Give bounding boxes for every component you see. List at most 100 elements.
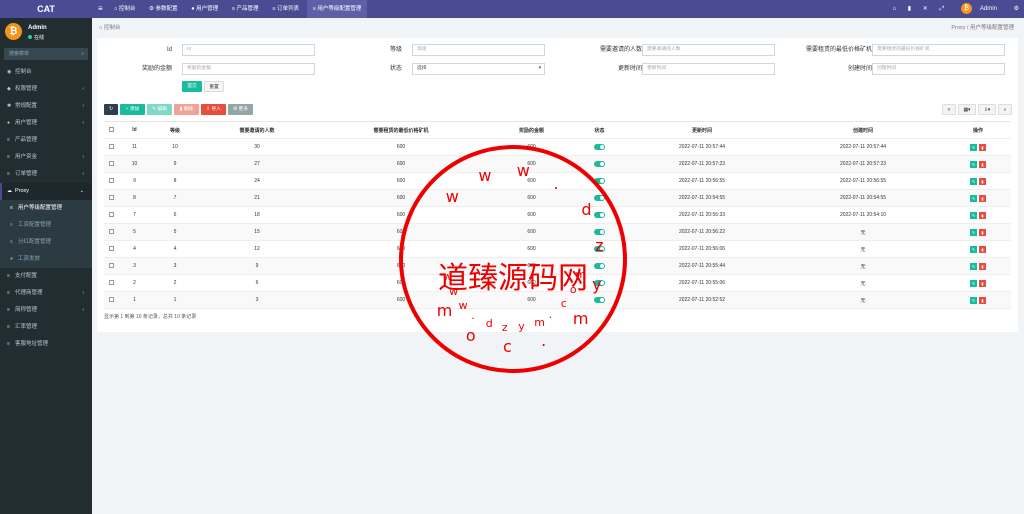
sidebar-item-orders[interactable]: ≡ 订单管理 ‹ (0, 166, 92, 183)
user-menu[interactable]: ₿ Admin (956, 0, 1002, 18)
filter-created-input[interactable]: 创建时间 (872, 63, 1005, 75)
sidebar-item-settings[interactable]: ✱ 常规配置 ‹ (0, 98, 92, 115)
menu-toggle-icon[interactable]: ≡ (98, 0, 103, 18)
search-icon[interactable]: ⌕ (81, 48, 84, 60)
more-button[interactable]: ⚙ 更多 (228, 104, 253, 115)
sidebar-item-dashboard[interactable]: ◉ 控制台 (0, 64, 92, 81)
tab-users[interactable]: ● 用户管理 (185, 0, 224, 18)
tab-orders[interactable]: ≡ 订单列表 (266, 0, 305, 18)
sidebar-item-dividend-config[interactable]: ≡ 分红配置管理 (0, 234, 92, 251)
trash-icon[interactable]: ▮ (979, 177, 986, 185)
table-row[interactable]: 7 6 18 600 600 2022-07-11 20:56:33 2022-07-11 … (104, 206, 1011, 224)
col-header-id[interactable]: Id (118, 121, 151, 139)
trash-icon[interactable]: ▮ (979, 228, 986, 236)
clear-icon[interactable]: ✕ (923, 0, 928, 18)
trash-icon[interactable]: ▮ (908, 0, 911, 18)
filter-invites-input[interactable]: 需要邀请的人数 (642, 44, 775, 56)
delete-button[interactable]: ▮ 删除 (174, 104, 199, 115)
sidebar-item-permissions[interactable]: ◆ 权限管理 ‹ (0, 81, 92, 98)
filter-min-price-input[interactable]: 需要租赁的最低价格矿机 (872, 44, 1005, 56)
trash-icon[interactable]: ▮ (979, 245, 986, 253)
edit-icon[interactable]: ✎ (970, 177, 977, 185)
trash-icon[interactable]: ▮ (979, 160, 986, 168)
submit-button[interactable]: 提交 (182, 81, 202, 92)
menu-search-input[interactable]: 搜索菜单 ⌕ (4, 48, 88, 60)
edit-icon[interactable]: ✎ (970, 211, 977, 219)
chevron-left-icon: ‹ (82, 120, 84, 126)
tab-params[interactable]: ⚙ 参数配置 (143, 0, 183, 18)
table-row[interactable]: 8 7 21 600 600 2022-07-11 20:54:55 2022-07-11 … (104, 189, 1011, 207)
edit-button[interactable]: ✎ 编辑 (147, 104, 172, 115)
breadcrumb-home[interactable]: 控制台 (104, 25, 121, 31)
col-header-invites[interactable]: 需要邀请的人数 (199, 121, 315, 139)
trash-icon[interactable]: ▮ (979, 211, 986, 219)
sidebar-item-wage-config[interactable]: ≡ 工资配置管理 (0, 217, 92, 234)
table-row[interactable]: 5 5 15 600 600 2022-07-11 20:56:22 无 ✎ ▮ (104, 223, 1011, 241)
export-button[interactable]: ⇩▾ (978, 104, 996, 115)
add-button[interactable]: + 添加 (120, 104, 145, 115)
sidebar-item-funds[interactable]: ≡ 用户资金 ‹ (0, 149, 92, 166)
sidebar-item-users[interactable]: ● 用户管理 ‹ (0, 115, 92, 132)
sidebar-item-support[interactable]: ≡ 客服地址管理 (0, 336, 92, 353)
edit-icon[interactable]: ✎ (970, 143, 977, 151)
sidebar-item-proxy[interactable]: ☁ Proxy ⌄ (0, 183, 92, 200)
search-toggle-button[interactable]: ⌕ (998, 104, 1012, 115)
sidebar: CAT ₿ Admin 在线 搜索菜单 ⌕ ◉ 控制台 ◆ 权限管理 ‹ ✱ 常规配置 ‹ … (0, 0, 92, 514)
col-header-reward[interactable]: 奖励的金额 (487, 121, 576, 139)
table-row[interactable]: 1 1 3 600 600 2022-07-11 20:52:52 无 ✎ ▮ (104, 291, 1011, 309)
trash-icon[interactable]: ▮ (979, 143, 986, 151)
table-row[interactable]: 11 10 30 600 600 2022-07-11 20:57:44 2022-07-1… (104, 138, 1011, 156)
trash-icon[interactable]: ▮ (979, 194, 986, 202)
sidebar-item-agents[interactable]: ≡ 代理商管理 ‹ (0, 285, 92, 302)
fullscreen-icon[interactable]: ⤢ (939, 0, 944, 18)
edit-icon[interactable]: ✎ (970, 228, 977, 236)
col-header-status[interactable]: 状态 (576, 121, 623, 139)
table-row[interactable]: 3 3 9 600 600 2022-07-11 20:55:44 无 ✎ ▮ (104, 257, 1011, 275)
filter-updated-input[interactable]: 更新时间 (642, 63, 775, 75)
chevron-left-icon: ‹ (82, 290, 84, 296)
table-cell: 600 (315, 223, 487, 241)
tab-dashboard[interactable]: ⌂ 控制台 (108, 0, 141, 18)
filter-status-select[interactable]: 选择 ▾ (412, 63, 545, 75)
chevron-left-icon: ‹ (82, 171, 84, 177)
trash-icon[interactable]: ▮ (979, 279, 986, 287)
trash-icon[interactable]: ▮ (979, 262, 986, 270)
sidebar-item-level-config[interactable]: ≡ 用户等级配置管理 (0, 200, 92, 217)
sidebar-item-products[interactable]: ≡ 产品管理 (0, 132, 92, 149)
row-checkbox (108, 296, 114, 302)
filter-id-input[interactable]: Id (182, 44, 315, 56)
sidebar-item-abbr[interactable]: ≡ 简称管理 ‹ (0, 302, 92, 319)
table-row[interactable]: 10 9 27 600 600 2022-07-11 20:57:23 2022-07-11… (104, 155, 1011, 173)
tab-level-config[interactable]: ≡ 用户等级配置管理 (306, 0, 368, 18)
table-row[interactable]: 2 2 6 600 600 2022-07-11 20:55:06 无 ✎ ▮ (104, 274, 1011, 292)
sidebar-item-exchange[interactable]: ≡ 汇率管理 (0, 319, 92, 336)
sidebar-item-wage-payout[interactable]: ● 工资发放 (0, 251, 92, 268)
toggle-view-button[interactable]: ≡ (942, 104, 956, 115)
table-row[interactable]: 4 4 12 600 600 2022-07-11 20:56:06 无 ✎ ▮ (104, 240, 1011, 258)
edit-icon[interactable]: ✎ (970, 296, 977, 304)
edit-icon[interactable]: ✎ (970, 160, 977, 168)
col-header-updated[interactable]: 更新时间 (623, 121, 781, 139)
sidebar-item-payment[interactable]: ≡ 支付配置 (0, 268, 92, 285)
edit-icon[interactable]: ✎ (970, 279, 977, 287)
table-row[interactable]: 9 8 24 600 600 2022-07-11 20:56:55 2022-07-11 … (104, 172, 1011, 190)
trash-icon[interactable]: ▮ (979, 296, 986, 304)
columns-button[interactable]: ▦▾ (958, 104, 976, 115)
edit-icon[interactable]: ✎ (970, 194, 977, 202)
table-cell: 600 (315, 138, 487, 156)
col-header-min-price[interactable]: 需要租赁的最低价格矿机 (315, 121, 487, 139)
filter-level-input[interactable]: 等级 (412, 44, 545, 56)
col-header-created[interactable]: 创建时间 (781, 121, 945, 139)
table-cell: 5 (118, 223, 151, 241)
filter-reward-input[interactable]: 奖励的金额 (182, 63, 315, 75)
edit-icon[interactable]: ✎ (970, 262, 977, 270)
col-header-level[interactable]: 等级 (151, 121, 199, 139)
tab-products[interactable]: ≡ 产品管理 (226, 0, 265, 18)
import-button[interactable]: ⇪ 导入 (201, 104, 226, 115)
reset-button[interactable]: 重置 (204, 81, 224, 92)
home-icon[interactable]: ⌂ (892, 0, 896, 18)
edit-icon[interactable]: ✎ (970, 245, 977, 253)
app-logo[interactable]: CAT (0, 0, 92, 18)
refresh-button[interactable]: ↻ (104, 104, 118, 115)
settings-icon[interactable]: ⚙ (1014, 0, 1019, 18)
